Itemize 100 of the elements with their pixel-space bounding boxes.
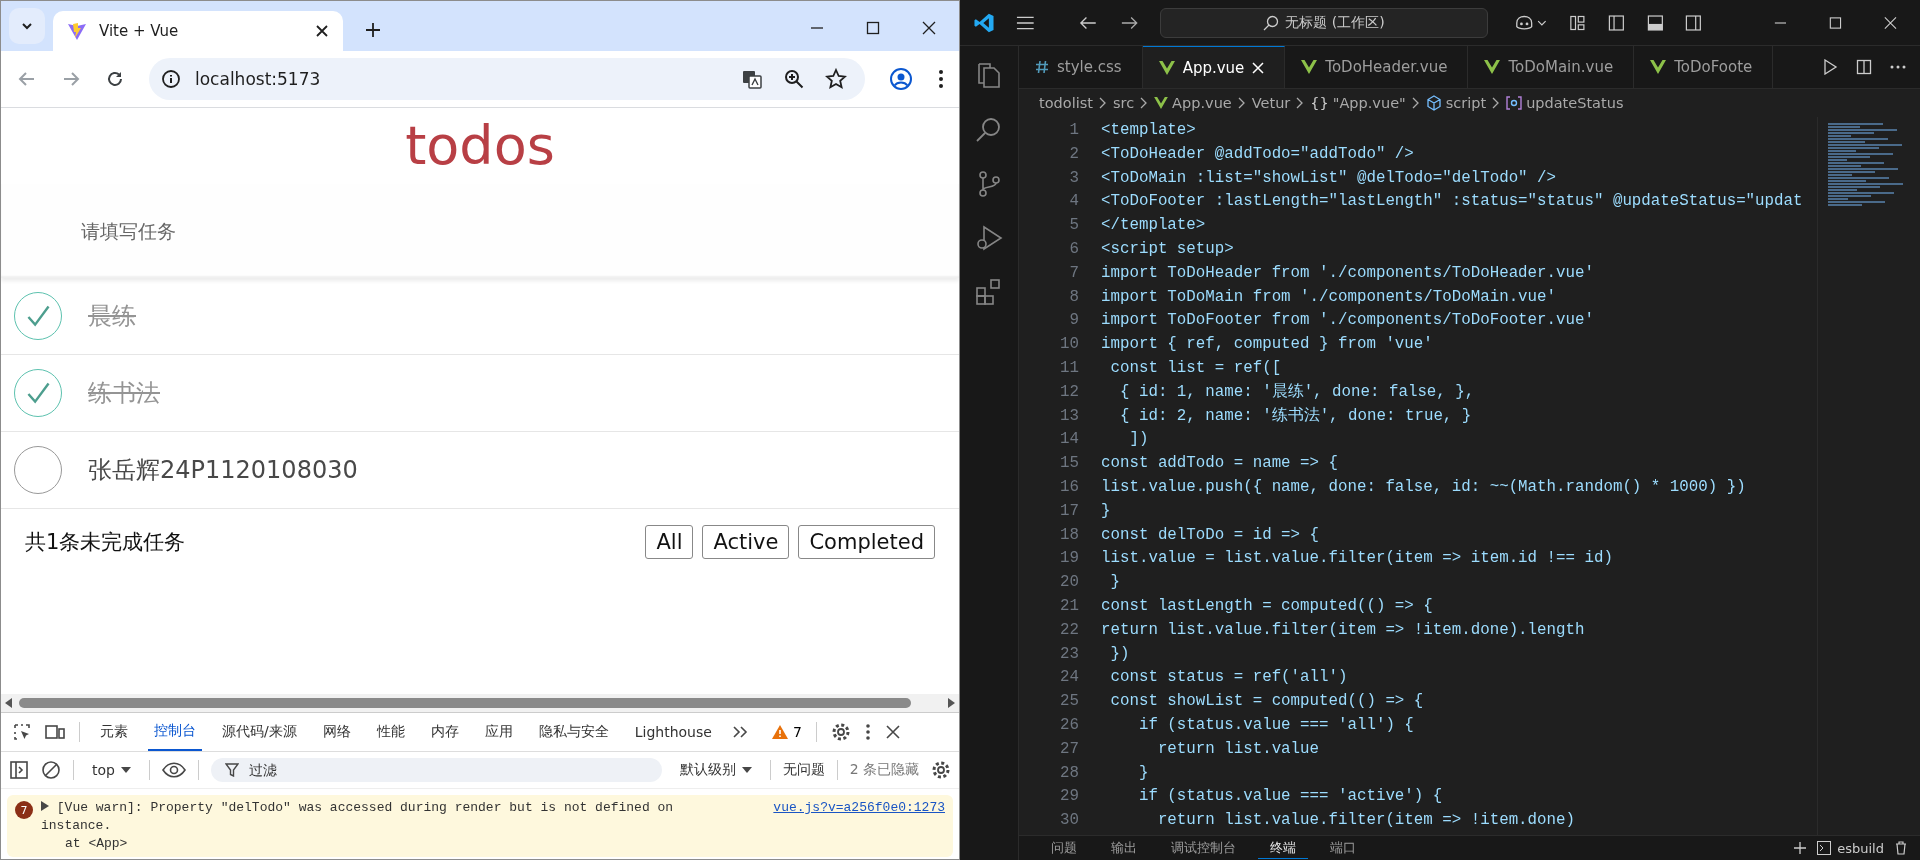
scroll-left-icon[interactable] [5, 698, 13, 708]
info-icon[interactable] [161, 69, 181, 89]
sidebar-icon[interactable] [9, 760, 29, 780]
close-icon[interactable] [1883, 14, 1898, 31]
code-line: if (status.value === 'all') { [1137, 714, 1414, 736]
run-debug-icon[interactable] [975, 224, 1003, 252]
source-link[interactable]: vue.js?v=a256f0e0:1273 [773, 799, 945, 817]
close-icon[interactable] [884, 724, 901, 740]
command-search-box[interactable]: 无标题 (工作区) [1160, 7, 1488, 38]
secondary-sidebar-icon[interactable] [1685, 13, 1703, 32]
chevron-right-icon [1140, 97, 1149, 109]
filter-button[interactable]: Active [702, 525, 790, 559]
layout-icon[interactable] [1569, 13, 1586, 32]
devtools-tab[interactable]: 元素 [94, 713, 134, 751]
breadcrumb-item[interactable]: todolist [1039, 95, 1093, 111]
devtools-tab[interactable]: Lighthouse [628, 713, 718, 751]
add-icon[interactable] [1793, 841, 1808, 855]
reload-icon[interactable] [105, 69, 125, 89]
split-editor-icon[interactable] [1856, 59, 1872, 75]
breadcrumb-item[interactable]: App.vue [1154, 95, 1232, 111]
forward-icon[interactable] [1119, 14, 1139, 31]
new-tab-icon[interactable] [365, 22, 381, 38]
settings-icon[interactable] [931, 760, 951, 780]
editor-tab[interactable]: style.css [1019, 46, 1143, 88]
maximize-icon[interactable] [1828, 14, 1844, 31]
line-number: 20 [1059, 572, 1079, 594]
extensions-icon[interactable] [975, 278, 1003, 306]
devtools-tab[interactable]: 性能 [370, 713, 411, 751]
clear-icon[interactable] [41, 760, 61, 780]
close-icon[interactable] [315, 24, 329, 38]
filter-button[interactable]: Completed [798, 525, 935, 559]
more-icon[interactable] [864, 723, 871, 741]
filter-button[interactable]: All [645, 525, 694, 559]
breadcrumb-item[interactable]: Vetur [1251, 95, 1291, 111]
star-icon[interactable] [825, 68, 847, 90]
code-line: <ToDoFooter :lastLength="lastLength" :status="status" @updateStatus="updat [1100, 191, 1803, 213]
issues-status[interactable]: 无问题 [782, 761, 825, 779]
terminal-selector[interactable]: esbuild [1817, 840, 1884, 856]
trash-icon[interactable] [1894, 841, 1908, 855]
code-line: }) [1109, 643, 1130, 665]
warning-counter[interactable]: 7 [771, 724, 802, 740]
horizontal-scrollbar[interactable] [1, 694, 959, 712]
panel-tab[interactable]: 调试控制台 [1159, 837, 1248, 859]
todo-label: 张岳辉24P1120108030 [88, 455, 358, 486]
settings-icon[interactable] [830, 722, 851, 742]
panel-tab[interactable]: 输出 [1099, 837, 1149, 859]
more-tabs-icon[interactable] [731, 725, 748, 739]
back-icon[interactable] [1079, 14, 1098, 31]
primary-sidebar-icon[interactable] [1607, 13, 1625, 32]
panel-tab[interactable]: 问题 [1039, 837, 1089, 859]
zoom-icon[interactable] [783, 68, 805, 90]
line-number: 17 [1059, 500, 1079, 522]
address-bar[interactable]: localhost:5173 [149, 58, 865, 100]
devtools-tab[interactable]: 隐私与安全 [532, 713, 615, 751]
files-icon[interactable] [975, 62, 1003, 90]
search-icon[interactable] [975, 116, 1003, 144]
panel-icon[interactable] [1646, 13, 1664, 32]
close-icon[interactable] [921, 20, 937, 36]
editor-tab[interactable]: ToDoFoote [1634, 46, 1774, 88]
menu-icon[interactable] [1016, 14, 1036, 31]
more-icon[interactable] [937, 68, 945, 90]
panel-tab[interactable]: 终端 [1258, 837, 1308, 859]
eye-icon[interactable] [161, 762, 186, 778]
devtools-tab[interactable]: 应用 [478, 713, 519, 751]
code-line: const list = ref([ [1109, 357, 1282, 379]
filter-icon [224, 763, 239, 777]
devtools-tab[interactable]: 网络 [316, 713, 357, 751]
log-level-dropdown[interactable]: 默认级别 [673, 760, 758, 780]
more-icon[interactable] [1890, 65, 1906, 69]
panel-tab[interactable]: 端口 [1318, 837, 1368, 859]
new-task-field[interactable]: 请填写任务 [1, 184, 959, 278]
scroll-right-icon[interactable] [947, 698, 955, 708]
devtools-tab[interactable]: 控制台 [148, 713, 202, 751]
devtools-tab[interactable]: 内存 [424, 713, 465, 751]
filter-field[interactable]: 过滤 [210, 758, 662, 782]
breadcrumb-item[interactable]: script [1425, 95, 1487, 111]
profile-icon[interactable] [889, 67, 913, 91]
context-dropdown[interactable]: top [86, 761, 137, 779]
expand-icon[interactable] [41, 801, 49, 811]
editor-tab[interactable]: ToDoHeader.vue [1285, 46, 1469, 88]
browser-tab[interactable]: Vite + Vue [53, 11, 343, 51]
chevron-right-icon [1411, 97, 1420, 109]
inspect-icon[interactable] [13, 723, 31, 741]
editor-tab[interactable]: ToDoMain.vue [1468, 46, 1635, 88]
breadcrumb-item[interactable]: src [1112, 95, 1135, 111]
editor-tab[interactable]: App.vue [1142, 46, 1286, 88]
copilot-icon[interactable] [1513, 13, 1548, 32]
breadcrumb-item[interactable]: updateStatus [1506, 95, 1624, 111]
brackets-icon [1506, 96, 1523, 110]
code-line: return list.value.filter(item => !item.done) [1156, 810, 1575, 832]
warning-message[interactable]: [Vue warn]: Property "delTodo" was accessed during render but is not defined on instance. [41, 799, 734, 835]
devtools-tab[interactable]: 源代码/来源 [216, 713, 303, 751]
line-number: 7 [1068, 262, 1079, 284]
maximize-icon[interactable] [865, 20, 881, 36]
code-line: } [1109, 572, 1120, 594]
device-icon[interactable] [45, 723, 65, 741]
code-line: list.value.push({ name, done: false, id: ~~(Math.random() * 1000) }) [1100, 476, 1746, 498]
translate-icon[interactable] [741, 68, 763, 90]
run-icon[interactable] [1822, 59, 1838, 75]
breadcrumb-item[interactable]: {} "App.vue" [1310, 95, 1406, 111]
